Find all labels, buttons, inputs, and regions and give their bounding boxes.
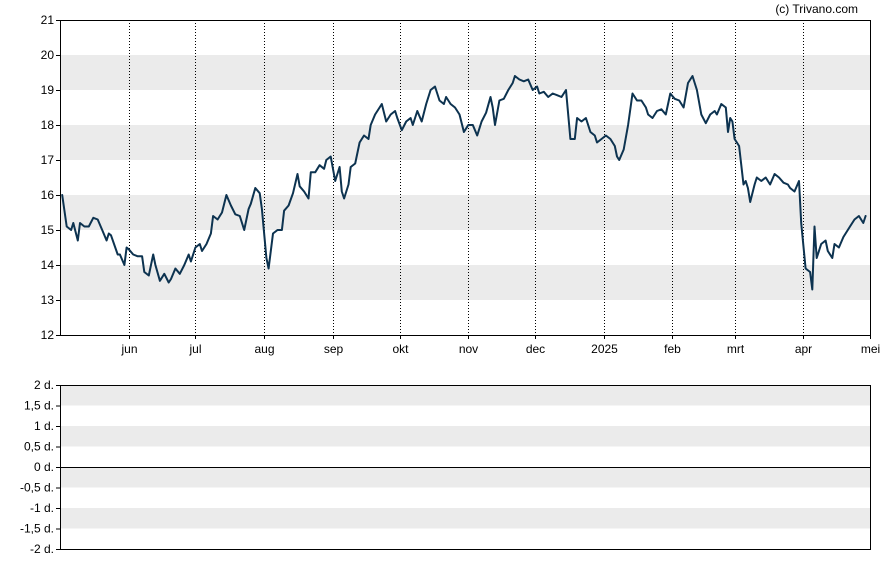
volume-band: [60, 385, 870, 406]
y-tick-label: -0,5 d.: [20, 481, 54, 495]
price-chart-y-axis: 12 13 14 15 16 17 18 19 20 21: [41, 13, 60, 342]
chart-canvas: (c) Trivano.com 12 13 14 15 16 17 18 19 20 21 jun…: [20, 2, 881, 556]
x-tick-label: mei: [861, 342, 880, 356]
x-tick-label: nov: [459, 342, 478, 356]
y-tick-label: 19: [41, 83, 55, 97]
y-tick-label: 1 d.: [34, 419, 54, 433]
x-tick-label: dec: [526, 342, 545, 356]
volume-chart-y-axis: 2 d. 1,5 d. 1 d. 0,5 d. 0 d. -0,5 d. -1 d. -1,5…: [20, 378, 60, 556]
y-tick-label: 1,5 d.: [24, 399, 54, 413]
volume-chart-bands: [60, 385, 870, 529]
price-chart-bands: [60, 55, 870, 300]
y-tick-label: 0,5 d.: [24, 440, 54, 454]
price-chart: 12 13 14 15 16 17 18 19 20 21 jun jul aug sep okt nov d…: [41, 13, 881, 356]
y-tick-label: -2 d.: [30, 542, 54, 556]
y-tick-label: 14: [41, 258, 55, 272]
x-tick-label: sep: [324, 342, 344, 356]
y-tick-label: 0 d.: [34, 460, 54, 474]
price-series-line: [61, 75, 867, 291]
y-tick-label: 17: [41, 153, 55, 167]
credit-label: (c) Trivano.com: [775, 2, 858, 16]
x-tick-label: aug: [254, 342, 274, 356]
x-tick-label: feb: [664, 342, 681, 356]
price-chart-x-axis: jun jul aug sep okt nov dec 2025 feb mrt apr mei: [120, 335, 880, 356]
x-tick-label: mrt: [727, 342, 745, 356]
y-tick-label: -1,5 d.: [20, 522, 54, 536]
x-tick-label: 2025: [591, 342, 618, 356]
price-band: [60, 55, 870, 90]
volume-band: [60, 467, 870, 488]
y-tick-label: 12: [41, 328, 55, 342]
y-tick-label: 21: [41, 13, 55, 27]
x-tick-label: okt: [392, 342, 409, 356]
volume-band: [60, 426, 870, 447]
y-tick-label: 15: [41, 223, 55, 237]
y-tick-label: 13: [41, 293, 55, 307]
y-tick-label: 18: [41, 118, 55, 132]
x-tick-label: jul: [188, 342, 201, 356]
y-tick-label: 2 d.: [34, 378, 54, 392]
volume-chart: 2 d. 1,5 d. 1 d. 0,5 d. 0 d. -0,5 d. -1 d. -1,5…: [20, 378, 871, 556]
volume-band: [60, 508, 870, 529]
y-tick-label: 16: [41, 188, 55, 202]
y-tick-label: 20: [41, 48, 55, 62]
y-tick-label: -1 d.: [30, 501, 54, 515]
price-band: [60, 195, 870, 230]
x-tick-label: jun: [120, 342, 137, 356]
x-tick-label: apr: [795, 342, 812, 356]
